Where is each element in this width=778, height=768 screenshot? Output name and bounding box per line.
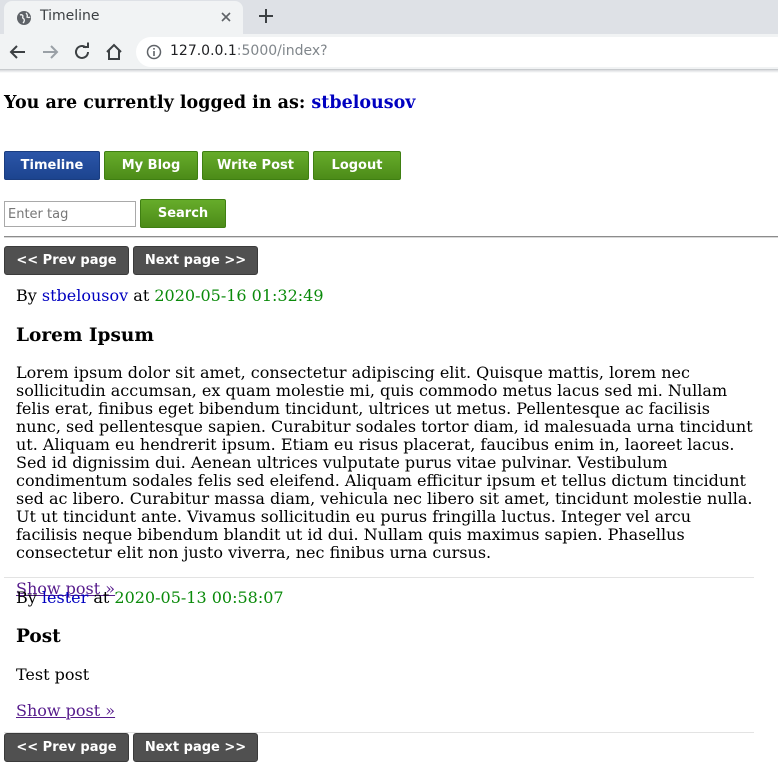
timeline-button[interactable]: Timeline [4,151,100,180]
pager-top: << Prev page Next page >> [4,246,264,275]
post-by-label: By [16,286,37,305]
post-meta: By stbelousov at 2020-05-16 01:32:49 [16,287,753,305]
new-tab-icon[interactable] [256,6,276,26]
post-at-label: at [133,286,150,305]
back-arrow-icon[interactable] [8,42,28,62]
post-timestamp: 2020-05-16 01:32:49 [154,286,324,305]
pager-bottom: << Prev page Next page >> [4,733,264,762]
write-post-button[interactable]: Write Post [202,151,309,180]
post-by-label: By [16,588,37,607]
logout-button[interactable]: Logout [313,151,401,180]
post-author-link[interactable]: lester [42,588,88,607]
post-meta: By lester at 2020-05-13 00:58:07 [16,589,753,607]
post-author-link[interactable]: stbelousov [42,286,128,305]
login-status: You are currently logged in as: stbelous… [4,92,774,114]
post-title: Lorem Ipsum [16,325,154,346]
login-prefix: You are currently logged in as: [4,93,306,113]
tag-search-input[interactable] [4,201,136,227]
close-tab-icon[interactable] [217,8,235,26]
post-title: Post [16,626,61,647]
post-body: Test post [16,665,90,684]
my-blog-button[interactable]: My Blog [104,151,198,180]
browser-tabbar: Timeline [0,0,778,34]
page-content: You are currently logged in as: stbelous… [0,92,778,768]
next-page-button[interactable]: Next page >> [133,733,258,762]
browser-toolbar: 127.0.0.1:5000/index? [0,34,778,70]
post-body: Lorem ipsum dolor sit amet, consectetur … [16,363,753,562]
info-icon[interactable] [146,44,162,60]
home-icon[interactable] [104,42,124,62]
url-text: 127.0.0.1:5000/index? [170,43,328,59]
logged-in-username: stbelousov [311,93,416,113]
toolbar-shadow [0,70,778,73]
prev-page-button[interactable]: << Prev page [4,733,129,762]
post-separator [4,577,754,578]
address-bar[interactable]: 127.0.0.1:5000/index? [136,37,778,67]
globe-icon [17,11,31,25]
search-button[interactable]: Search [140,199,226,228]
url-host: 127.0.0.1 [170,43,237,59]
post-item: By lester at 2020-05-13 00:58:07 Post Te… [16,589,753,720]
post-item: By stbelousov at 2020-05-16 01:32:49 Lor… [16,287,753,598]
reload-icon[interactable] [72,42,92,62]
tab-title: Timeline [40,8,100,24]
post-timestamp: 2020-05-13 00:58:07 [114,588,284,607]
browser-tab[interactable]: Timeline [4,1,243,34]
show-post-link[interactable]: Show post » [16,701,115,720]
next-page-button[interactable]: Next page >> [133,246,258,275]
forward-arrow-icon[interactable] [40,42,60,62]
post-at-label: at [93,588,110,607]
url-path: :5000/index? [236,43,328,59]
header-divider [4,236,778,238]
prev-page-button[interactable]: << Prev page [4,246,129,275]
